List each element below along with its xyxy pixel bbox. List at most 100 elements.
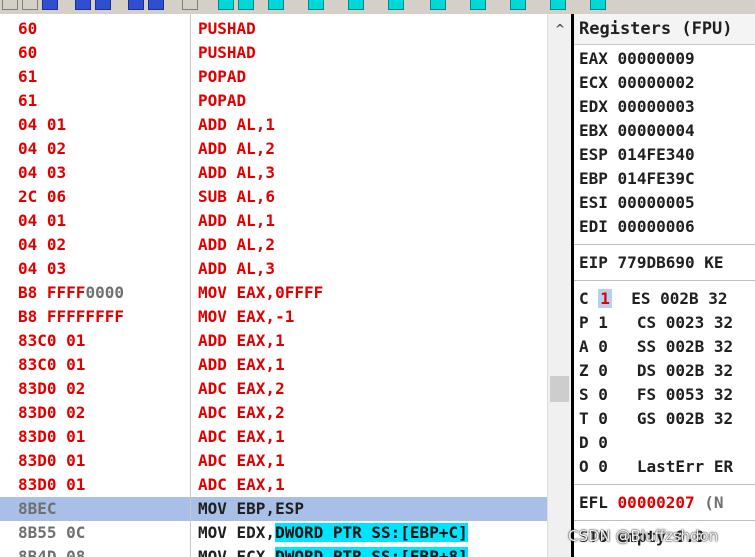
- toolbar-button-icon[interactable]: [510, 0, 526, 10]
- segment-value[interactable]: 0023: [666, 313, 705, 332]
- disassembly-view[interactable]: 60 PUSHAD 60 PUSHAD 61 POPAD 61 POPAD 04 01 ADD A…: [0, 14, 547, 557]
- disassembly-scrollbar[interactable]: ^: [547, 14, 571, 557]
- disasm-row[interactable]: 83D0 01 ADC EAX,1: [0, 425, 547, 449]
- register-value[interactable]: 00000002: [618, 73, 695, 92]
- toolbar-button-icon[interactable]: [218, 0, 234, 10]
- flag-value[interactable]: 0: [598, 337, 608, 356]
- toolbar-button-icon[interactable]: [550, 0, 566, 10]
- toolbar-button-icon[interactable]: [470, 0, 486, 10]
- register-value[interactable]: 014FE39C: [618, 169, 695, 188]
- toolbar-button-icon[interactable]: [590, 0, 606, 10]
- disasm-row[interactable]: B8 FFFF0000 MOV EAX,0FFFF: [0, 281, 547, 305]
- toolbar-button-icon[interactable]: [238, 0, 254, 10]
- toolbar-button-icon[interactable]: [388, 0, 404, 10]
- instruction-bytes: 83D0 02: [18, 403, 86, 422]
- toolbar-button-icon[interactable]: [42, 0, 58, 10]
- segment-value[interactable]: 002B: [666, 337, 705, 356]
- instruction-text: POPAD: [198, 68, 246, 86]
- register-divider: [574, 280, 755, 281]
- disasm-row[interactable]: 83D0 02 ADC EAX,2: [0, 401, 547, 425]
- instruction-text: POPAD: [198, 92, 246, 110]
- scroll-up-arrow-icon[interactable]: ^: [548, 22, 572, 36]
- register-value[interactable]: 00000004: [618, 121, 695, 140]
- instruction-text: ADD AL,2: [198, 236, 275, 254]
- instruction-text: ADD AL,3: [198, 260, 275, 278]
- flag-value[interactable]: 1: [598, 313, 608, 332]
- register-row[interactable]: ECX 00000002: [579, 74, 695, 98]
- disasm-row[interactable]: 83C0 01 ADD EAX,1: [0, 329, 547, 353]
- toolbar-button-icon[interactable]: [430, 0, 446, 10]
- toolbar-button-icon[interactable]: [2, 0, 18, 10]
- flag-row[interactable]: O 0 LastErr ER: [579, 458, 733, 482]
- register-row[interactable]: EAX 00000009: [579, 50, 695, 74]
- disasm-row[interactable]: 04 02 ADD AL,2: [0, 233, 547, 257]
- register-value[interactable]: 00000207: [618, 493, 695, 512]
- flag-value[interactable]: 0: [598, 361, 608, 380]
- register-value[interactable]: 014FE340: [618, 145, 695, 164]
- register-value[interactable]: 00000005: [618, 193, 695, 212]
- instruction-mnemonic: ADC EAX,1: [198, 451, 285, 470]
- toolbar-button-icon[interactable]: [148, 0, 164, 10]
- disasm-row[interactable]: 83D0 02 ADC EAX,2: [0, 377, 547, 401]
- flag-row[interactable]: A 0 SS 002B 32: [579, 338, 733, 362]
- disasm-row[interactable]: 61 POPAD: [0, 89, 547, 113]
- flag-value[interactable]: 0: [598, 409, 608, 428]
- flag-row[interactable]: Z 0 DS 002B 32: [579, 362, 733, 386]
- register-value[interactable]: 00000006: [618, 217, 695, 236]
- flag-value[interactable]: 1: [598, 289, 612, 308]
- eip-row[interactable]: EIP 779DB690 KE: [579, 254, 724, 278]
- segment-bits: 32: [713, 385, 734, 404]
- segment-value[interactable]: 002B: [666, 409, 705, 428]
- instruction-mnemonic: ADD AL,1: [198, 115, 276, 134]
- disasm-row[interactable]: 2C 06 SUB AL,6: [0, 185, 547, 209]
- disasm-row[interactable]: B8 FFFFFFFF MOV EAX,-1: [0, 305, 547, 329]
- disasm-row[interactable]: 83D0 01 ADC EAX,1: [0, 473, 547, 497]
- disasm-row[interactable]: 83D0 01 ADC EAX,1: [0, 449, 547, 473]
- register-row[interactable]: ESI 00000005: [579, 194, 695, 218]
- scroll-thumb[interactable]: [550, 376, 569, 402]
- disasm-row[interactable]: 60 PUSHAD: [0, 17, 547, 41]
- efl-row[interactable]: EFL 00000207 (N: [579, 494, 724, 518]
- segment-value[interactable]: 002B: [666, 361, 705, 380]
- flag-row[interactable]: C 1 ES 002B 32: [579, 289, 728, 314]
- instruction-bytes: 83C0 01: [18, 355, 86, 374]
- disasm-row[interactable]: 04 03 ADD AL,3: [0, 257, 547, 281]
- toolbar-button-icon[interactable]: [128, 0, 144, 10]
- flag-row[interactable]: T 0 GS 002B 32: [579, 410, 733, 434]
- flag-value[interactable]: 0: [598, 433, 608, 452]
- registers-header[interactable]: Registers (FPU): [574, 14, 755, 45]
- disasm-row[interactable]: 8B4D 08 MOV ECX,DWORD PTR SS:[EBP+8]: [0, 545, 547, 557]
- disasm-row[interactable]: 04 01 ADD AL,1: [0, 209, 547, 233]
- register-value[interactable]: 779DB690: [618, 253, 695, 272]
- register-divider: [574, 520, 755, 521]
- segment-value[interactable]: 0053: [666, 385, 705, 404]
- disasm-row[interactable]: 61 POPAD: [0, 65, 547, 89]
- register-value[interactable]: 00000003: [618, 97, 695, 116]
- flag-value[interactable]: 0: [598, 385, 608, 404]
- flag-value[interactable]: 0: [598, 457, 608, 476]
- toolbar-button-icon[interactable]: [22, 0, 38, 10]
- register-row[interactable]: EBX 00000004: [579, 122, 695, 146]
- flag-row[interactable]: S 0 FS 0053 32: [579, 386, 733, 410]
- disasm-row[interactable]: 83C0 01 ADD EAX,1: [0, 353, 547, 377]
- flag-row[interactable]: D 0: [579, 434, 608, 458]
- register-row[interactable]: EBP 014FE39C: [579, 170, 695, 194]
- disasm-row[interactable]: 60 PUSHAD: [0, 41, 547, 65]
- disasm-row[interactable]: 04 01 ADD AL,1: [0, 113, 547, 137]
- toolbar-button-icon[interactable]: [348, 0, 364, 10]
- toolbar-button-icon[interactable]: [75, 0, 91, 10]
- toolbar-button-icon[interactable]: [95, 0, 111, 10]
- disasm-row[interactable]: 8B55 0C MOV EDX,DWORD PTR SS:[EBP+C]: [0, 521, 547, 545]
- toolbar-button-icon[interactable]: [268, 0, 284, 10]
- register-row[interactable]: EDX 00000003: [579, 98, 695, 122]
- register-value[interactable]: 00000009: [618, 49, 695, 68]
- segment-value[interactable]: 002B: [660, 289, 699, 308]
- register-row[interactable]: EDI 00000006: [579, 218, 695, 242]
- toolbar-button-icon[interactable]: [308, 0, 324, 10]
- disasm-row[interactable]: 04 03 ADD AL,3: [0, 161, 547, 185]
- flag-row[interactable]: P 1 CS 0023 32: [579, 314, 733, 338]
- register-row[interactable]: ESP 014FE340: [579, 146, 695, 170]
- toolbar-button-icon[interactable]: [182, 0, 198, 10]
- disasm-row[interactable]: 8BEC MOV EBP,ESP: [0, 497, 547, 521]
- disasm-row[interactable]: 04 02 ADD AL,2: [0, 137, 547, 161]
